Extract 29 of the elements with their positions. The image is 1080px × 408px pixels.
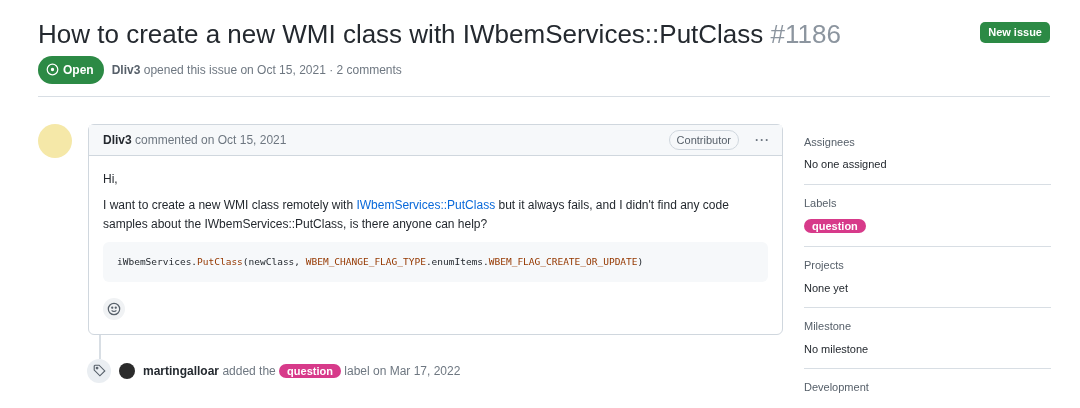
greeting-text: Hi, (103, 170, 119, 188)
sidebar-heading[interactable]: Milestone (804, 318, 1051, 335)
more-options-button[interactable]: ··· (755, 130, 770, 149)
sidebar-value: None yet (804, 280, 850, 296)
sidebar-heading[interactable]: Labels (804, 194, 1051, 212)
status-badge: Open (38, 55, 104, 84)
question-label[interactable]: question (804, 219, 866, 234)
comment-date: commented on Oct 15, 2021 (135, 131, 287, 149)
sidebar-heading[interactable]: Assignees (804, 133, 1051, 151)
issue-title: How to create a new WMI class with IWbemServices::PutClass (38, 19, 764, 49)
author-link[interactable]: Dliv3 (111, 62, 141, 77)
event-date-text: label on Mar 17, 2022 (344, 363, 461, 378)
sidebar-value: No one assigned (804, 157, 888, 173)
tag-icon (87, 358, 111, 383)
link[interactable]: IWbemServices::PutClass (356, 198, 496, 213)
code-block: iWbemServices.PutClass(newClass, WBEM_CHANGE_FLAG_TYPE.enumItems.WBEM_FLAG_CREATE_OR_UPDATE) (103, 241, 768, 283)
event-text: added the (222, 363, 276, 378)
actor-link[interactable]: martingalloar (143, 363, 220, 378)
emoji-reaction-button[interactable] (103, 298, 125, 321)
issue-number: #1186 (770, 19, 841, 49)
comment-paragraph: I want to create a new WMI class remotely with IWbemServices::PutClass but it always fails, and I didn't find any code samples about the IWbemServices::PutClass, is there anyone can help? (103, 197, 730, 233)
sidebar-heading[interactable]: Projects (804, 257, 1051, 274)
new-issue-button[interactable]: New issue (980, 22, 1050, 44)
question-label[interactable]: question (279, 363, 341, 378)
comment-author[interactable]: Dliv3 (103, 130, 132, 149)
sidebar-value: No milestone (804, 341, 870, 357)
sidebar-heading[interactable]: Development (804, 379, 1051, 396)
user-avatar[interactable] (119, 362, 135, 379)
issue-meta: opened this issue on Oct 15, 2021 · 2 comments (143, 62, 402, 77)
